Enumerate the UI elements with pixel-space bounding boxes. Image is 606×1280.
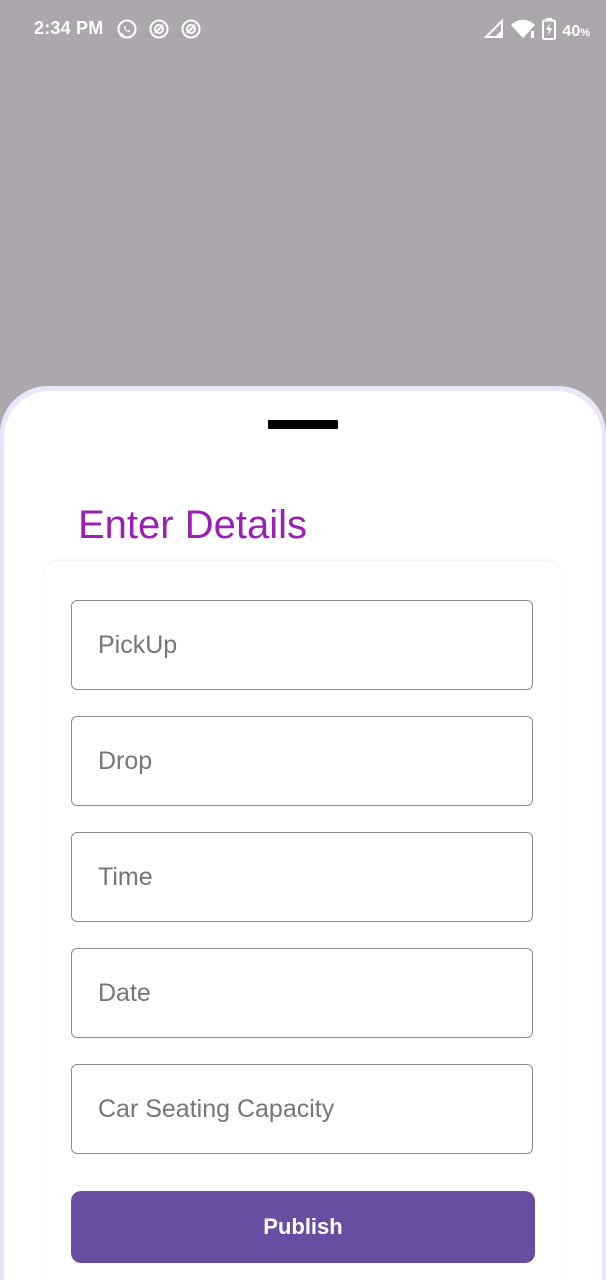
notification-icons [116, 18, 202, 40]
pickup-input[interactable] [72, 601, 532, 689]
drop-input[interactable] [72, 717, 532, 805]
battery-value: 40 [562, 22, 581, 40]
battery-charging-icon [542, 18, 557, 45]
whatsapp-icon [116, 18, 138, 40]
publish-button[interactable]: Publish [71, 1191, 535, 1263]
seating-capacity-input[interactable] [72, 1065, 532, 1153]
wifi-icon [510, 19, 536, 44]
date-field[interactable] [71, 948, 533, 1038]
sync-icon [180, 18, 202, 40]
battery-unit: % [580, 26, 590, 39]
screen: 2:34 PM 40% Enter Details PickUp Drop Ti… [0, 0, 606, 1280]
details-form: Publish [44, 561, 562, 1280]
drag-handle[interactable] [268, 420, 338, 429]
system-icons: 40% [484, 18, 590, 45]
sync-icon [148, 18, 170, 40]
drop-field[interactable] [71, 716, 533, 806]
time-field[interactable] [71, 832, 533, 922]
status-bar: 2:34 PM 40% [0, 0, 606, 60]
seating-capacity-field[interactable] [71, 1064, 533, 1154]
battery-percentage: 40% [562, 23, 590, 41]
pickup-field[interactable] [71, 600, 533, 690]
bottom-sheet: Enter Details Publish [4, 391, 602, 1280]
date-input[interactable] [72, 949, 532, 1037]
status-time: 2:34 PM [34, 18, 104, 38]
signal-icon [484, 18, 504, 44]
sheet-title: Enter Details [78, 503, 307, 547]
time-input[interactable] [72, 833, 532, 921]
